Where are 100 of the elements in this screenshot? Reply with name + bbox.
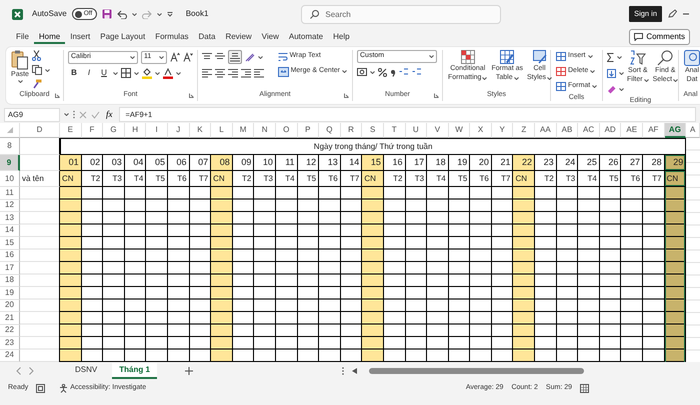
caret-icon[interactable] bbox=[155, 72, 160, 74]
column-header[interactable]: U bbox=[406, 123, 428, 138]
column-header[interactable]: Q bbox=[319, 123, 341, 138]
menu-tab[interactable]: Page Layout bbox=[95, 30, 150, 44]
column-header[interactable]: AF bbox=[643, 123, 665, 138]
caret-icon[interactable] bbox=[134, 72, 139, 74]
column-header[interactable]: K bbox=[190, 123, 212, 138]
sheet-tab[interactable]: Tháng 1 bbox=[112, 363, 157, 379]
increase-indent-icon[interactable] bbox=[254, 68, 264, 78]
borders-icon[interactable] bbox=[121, 68, 131, 78]
bold-button[interactable]: B bbox=[68, 67, 80, 79]
money-icon[interactable] bbox=[357, 68, 367, 76]
row-header[interactable]: 13 bbox=[0, 212, 20, 224]
caret-icon[interactable] bbox=[18, 80, 22, 84]
row-header[interactable]: 20 bbox=[0, 300, 20, 312]
top-align-icon[interactable] bbox=[202, 52, 212, 62]
column-header[interactable]: A bbox=[686, 123, 700, 138]
caret-icon[interactable] bbox=[644, 78, 649, 82]
caret-icon[interactable] bbox=[132, 12, 137, 16]
caret-icon[interactable] bbox=[590, 70, 596, 73]
menu-tab[interactable]: View bbox=[256, 30, 284, 44]
column-header[interactable]: Y bbox=[492, 123, 514, 138]
middle-align-icon[interactable] bbox=[215, 52, 225, 62]
caret-icon[interactable] bbox=[342, 70, 347, 73]
caret-icon[interactable] bbox=[547, 76, 552, 80]
column-header[interactable]: AB bbox=[556, 123, 578, 138]
customize-icon[interactable] bbox=[166, 12, 173, 16]
caret-icon[interactable] bbox=[370, 70, 375, 74]
column-header[interactable]: AA bbox=[535, 123, 557, 138]
fill-down-icon[interactable] bbox=[607, 68, 616, 78]
row-header[interactable]: 19 bbox=[0, 287, 20, 300]
scroll-left-icon[interactable] bbox=[352, 368, 357, 374]
column-header[interactable]: S bbox=[362, 123, 384, 138]
font-color-icon[interactable] bbox=[163, 68, 173, 78]
launcher-icon[interactable] bbox=[189, 93, 194, 98]
pen-icon[interactable] bbox=[667, 9, 677, 19]
scrollbar-thumb[interactable] bbox=[369, 368, 584, 374]
align-center-icon[interactable] bbox=[215, 68, 225, 78]
column-header[interactable]: I bbox=[146, 123, 168, 138]
next-sheet-icon[interactable] bbox=[29, 367, 34, 375]
save-icon[interactable] bbox=[102, 9, 112, 19]
format-painter-icon[interactable] bbox=[32, 79, 42, 89]
add-sheet-icon[interactable] bbox=[184, 367, 193, 375]
column-header[interactable]: J bbox=[168, 123, 190, 138]
row-header[interactable]: 21 bbox=[0, 312, 20, 324]
column-header[interactable]: D bbox=[20, 123, 60, 138]
column-header[interactable]: V bbox=[427, 123, 449, 138]
decrease-decimal-icon[interactable] bbox=[412, 67, 422, 77]
caret-icon[interactable] bbox=[113, 72, 118, 74]
percent-icon[interactable] bbox=[378, 68, 387, 76]
align-right-icon[interactable] bbox=[228, 68, 238, 78]
accessibility-icon[interactable] bbox=[59, 384, 68, 392]
menu-tab[interactable]: Data bbox=[194, 30, 220, 44]
comma-style-icon[interactable] bbox=[390, 68, 396, 76]
row-header[interactable]: 16 bbox=[0, 250, 20, 262]
column-header[interactable]: P bbox=[298, 123, 320, 138]
comments-button[interactable]: Comments bbox=[629, 29, 690, 45]
normal-view-icon[interactable] bbox=[580, 384, 589, 392]
row-header[interactable]: 14 bbox=[0, 224, 20, 237]
row-header[interactable]: 10 bbox=[0, 171, 20, 187]
caret-icon[interactable] bbox=[130, 56, 135, 58]
increase-decimal-icon[interactable] bbox=[399, 67, 409, 77]
align-left-icon[interactable] bbox=[202, 68, 212, 78]
caret-icon[interactable] bbox=[45, 68, 50, 72]
caret-icon[interactable] bbox=[64, 113, 69, 116]
caret-icon[interactable] bbox=[588, 55, 593, 58]
row-header[interactable]: 22 bbox=[0, 324, 20, 337]
column-header[interactable]: F bbox=[82, 123, 104, 138]
italic-button[interactable]: I bbox=[83, 67, 95, 79]
column-header[interactable]: X bbox=[470, 123, 492, 138]
caret-icon[interactable] bbox=[619, 88, 624, 90]
caret-icon[interactable] bbox=[592, 85, 598, 88]
menu-tab[interactable]: File bbox=[11, 30, 34, 44]
decrease-font-size-icon[interactable] bbox=[183, 52, 193, 62]
column-header[interactable]: G bbox=[103, 123, 125, 138]
column-header[interactable]: R bbox=[340, 123, 362, 138]
menu-tab[interactable]: Insert bbox=[65, 30, 96, 44]
column-header[interactable]: AE bbox=[621, 123, 644, 138]
menu-tab[interactable]: Home bbox=[34, 30, 66, 44]
orientation-icon[interactable] bbox=[245, 52, 255, 62]
launcher-icon[interactable] bbox=[55, 93, 60, 98]
menu-tab[interactable]: Review bbox=[220, 30, 257, 44]
caret-icon[interactable] bbox=[673, 78, 678, 82]
launcher-icon[interactable] bbox=[344, 93, 349, 98]
caret-icon[interactable] bbox=[514, 76, 519, 80]
column-header[interactable]: O bbox=[276, 123, 298, 138]
row-header[interactable]: 23 bbox=[0, 337, 20, 350]
row-header[interactable]: 15 bbox=[0, 237, 20, 250]
column-header[interactable]: AG bbox=[664, 123, 686, 138]
previous-sheet-icon[interactable] bbox=[16, 367, 21, 375]
column-header[interactable]: AC bbox=[578, 123, 600, 138]
column-header[interactable]: Z bbox=[513, 123, 536, 138]
column-header[interactable]: W bbox=[448, 123, 470, 138]
undo-icon[interactable] bbox=[116, 10, 127, 18]
column-header[interactable]: N bbox=[254, 123, 276, 138]
column-header[interactable]: L bbox=[211, 123, 233, 138]
launcher-icon[interactable] bbox=[434, 93, 439, 98]
row-header[interactable]: 17 bbox=[0, 262, 20, 274]
sum-icon[interactable] bbox=[607, 52, 614, 62]
column-header[interactable]: H bbox=[124, 123, 146, 138]
